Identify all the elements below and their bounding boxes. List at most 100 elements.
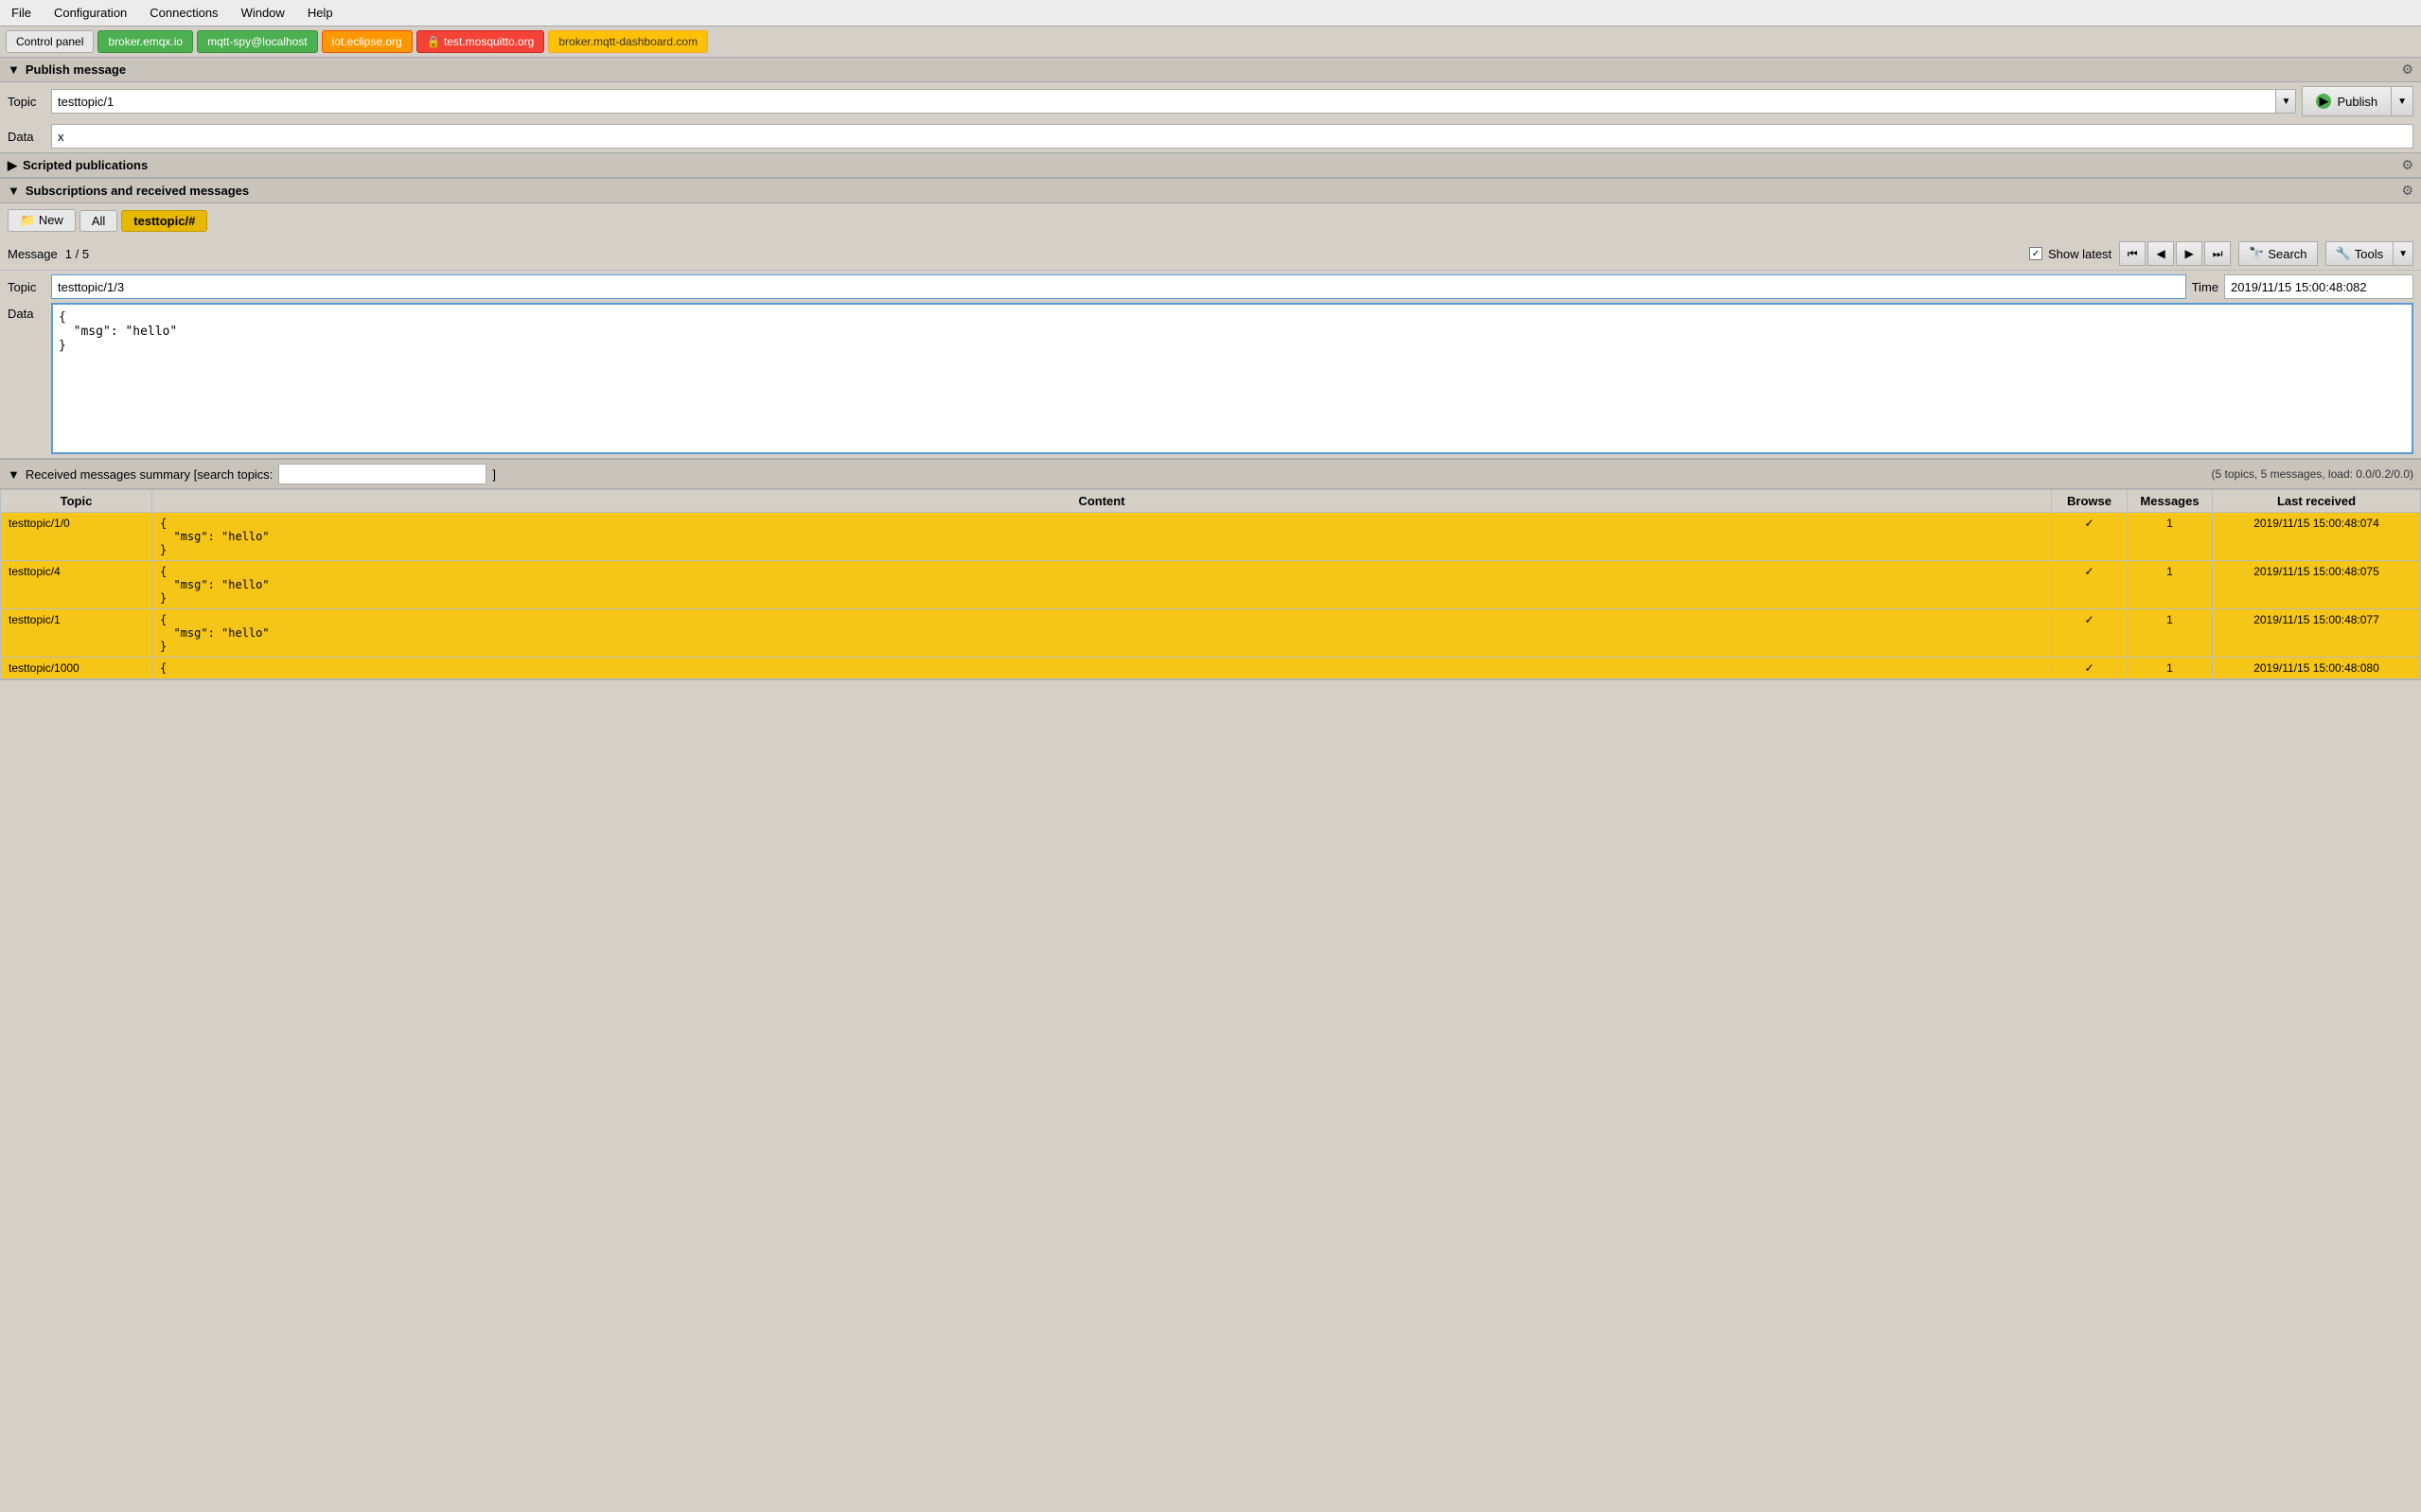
new-tab-label: New	[39, 213, 63, 227]
summary-left: ▼ Received messages summary [search topi…	[8, 464, 496, 484]
detail-topic-label: Topic	[8, 280, 45, 294]
menu-help[interactable]: Help	[304, 4, 337, 22]
publish-btn-group: ▶ Publish ▼	[2302, 86, 2413, 116]
subscriptions-section: ▼ Subscriptions and received messages ⚙ …	[0, 179, 2421, 680]
publish-data-row: Data	[0, 120, 2421, 152]
publish-topic-dropdown[interactable]: ▼	[2275, 89, 2296, 114]
detail-topic-row: Topic Time	[8, 274, 2413, 299]
tab-test-mosquitto[interactable]: 🔒 test.mosquitto.org	[416, 30, 545, 53]
nav-last-button[interactable]: ⏭	[2204, 241, 2231, 266]
nav-next-button[interactable]: ▶	[2176, 241, 2202, 266]
tools-icon: 🔧	[2336, 246, 2351, 261]
search-btn-label: Search	[2268, 247, 2306, 261]
publish-button[interactable]: ▶ Publish	[2302, 86, 2391, 116]
cell-topic: testtopic/4	[1, 561, 152, 609]
tab-control-panel[interactable]: Control panel	[6, 30, 94, 53]
cell-messages: 1	[2128, 513, 2213, 561]
col-header-messages: Messages	[2128, 490, 2213, 513]
summary-close-bracket: ]	[492, 467, 496, 482]
cell-browse[interactable]: ✓	[2052, 609, 2128, 658]
search-button[interactable]: 🔭 Search	[2238, 241, 2317, 266]
menu-configuration[interactable]: Configuration	[50, 4, 131, 22]
publish-icon: ▶	[2316, 94, 2331, 109]
cell-messages: 1	[2128, 658, 2213, 679]
menu-window[interactable]: Window	[238, 4, 289, 22]
publish-btn-arrow[interactable]: ▼	[2391, 86, 2413, 116]
summary-collapse-icon: ▼	[8, 467, 20, 482]
publish-gear-icon[interactable]: ⚙	[2401, 62, 2413, 78]
testtopic-tab[interactable]: testtopic/#	[121, 210, 207, 232]
cell-browse[interactable]: ✓	[2052, 513, 2128, 561]
menu-connections[interactable]: Connections	[146, 4, 221, 22]
subscriptions-gear-icon[interactable]: ⚙	[2401, 183, 2413, 199]
scripted-section-header[interactable]: ▶ Scripted publications ⚙	[0, 153, 2421, 178]
col-header-browse: Browse	[2052, 490, 2128, 513]
folder-icon: 📁	[20, 213, 35, 227]
tab-mqtt-spy[interactable]: mqtt-spy@localhost	[197, 30, 318, 53]
tools-button[interactable]: 🔧 Tools	[2325, 241, 2394, 266]
cell-content: { "msg": "hello" }	[152, 561, 2052, 609]
cell-last-received: 2019/11/15 15:00:48:074	[2213, 513, 2421, 561]
cell-messages: 1	[2128, 609, 2213, 658]
detail-time-label: Time	[2192, 280, 2218, 294]
cell-last-received: 2019/11/15 15:00:48:075	[2213, 561, 2421, 609]
cell-content: { "msg": "hello" }	[152, 609, 2052, 658]
col-header-last-received: Last received	[2213, 490, 2421, 513]
summary-title: Received messages summary [search topics…	[26, 467, 274, 482]
testtopic-tab-label: testtopic/#	[133, 214, 195, 228]
cell-browse[interactable]: ✓	[2052, 658, 2128, 679]
cell-topic: testtopic/1	[1, 609, 152, 658]
summary-stats: (5 topics, 5 messages, load: 0.0/0.2/0.0…	[2212, 467, 2413, 481]
tools-btn-group: 🔧 Tools ▼	[2325, 241, 2413, 266]
cell-content: { "msg": "hello" }	[152, 513, 2052, 561]
cell-browse[interactable]: ✓	[2052, 561, 2128, 609]
publish-topic-input[interactable]	[51, 89, 2275, 114]
nav-prev-button[interactable]: ◀	[2147, 241, 2174, 266]
new-subscription-tab[interactable]: 📁 New	[8, 209, 76, 232]
show-latest-checkbox[interactable]: ✓	[2029, 247, 2042, 260]
message-label: Message	[8, 247, 58, 261]
tools-dropdown-button[interactable]: ▼	[2393, 241, 2413, 266]
scripted-collapse-icon: ▶	[8, 158, 17, 173]
tab-mqtt-dashboard[interactable]: broker.mqtt-dashboard.com	[548, 30, 708, 53]
subscriptions-section-header[interactable]: ▼ Subscriptions and received messages ⚙	[0, 179, 2421, 203]
table-row[interactable]: testtopic/1/0 { "msg": "hello" } ✓ 1 201…	[1, 513, 2421, 561]
tab-broker-emqx[interactable]: broker.emqx.io	[97, 30, 193, 53]
detail-data-textarea[interactable]: { "msg": "hello" }	[51, 303, 2413, 454]
publish-topic-row: Topic ▼ ▶ Publish ▼	[0, 82, 2421, 120]
publish-data-input[interactable]	[51, 124, 2413, 149]
tab-iot-eclipse[interactable]: iot.eclipse.org	[322, 30, 413, 53]
all-messages-tab[interactable]: All	[80, 210, 117, 232]
nav-first-button[interactable]: ⏮	[2119, 241, 2146, 266]
scripted-gear-icon[interactable]: ⚙	[2401, 157, 2413, 173]
subscriptions-section-title: Subscriptions and received messages	[26, 184, 249, 198]
col-header-topic: Topic	[1, 490, 152, 513]
message-controls-row: Message 1 / 5 ✓ Show latest ⏮ ◀ ▶ ⏭ 🔭 Se…	[0, 237, 2421, 271]
cell-topic: testtopic/1000	[1, 658, 152, 679]
message-nav-group: ⏮ ◀ ▶ ⏭	[2119, 241, 2231, 266]
table-row[interactable]: testtopic/1000 { ✓ 1 2019/11/15 15:00:48…	[1, 658, 2421, 679]
detail-time-input[interactable]	[2224, 274, 2413, 299]
subscriptions-collapse-icon: ▼	[8, 184, 20, 198]
detail-topic-input[interactable]	[51, 274, 2186, 299]
summary-search-input[interactable]	[278, 464, 486, 484]
cell-topic: testtopic/1/0	[1, 513, 152, 561]
summary-table: Topic Content Browse Messages Last recei…	[0, 489, 2421, 679]
cell-messages: 1	[2128, 561, 2213, 609]
menu-file[interactable]: File	[8, 4, 35, 22]
connection-tabs: Control panel broker.emqx.io mqtt-spy@lo…	[0, 26, 2421, 58]
publish-section-header[interactable]: ▼ Publish message ⚙	[0, 58, 2421, 82]
publish-collapse-icon: ▼	[8, 62, 20, 77]
publish-topic-label: Topic	[8, 95, 45, 109]
show-latest-label: Show latest	[2048, 247, 2112, 261]
cell-content: {	[152, 658, 2052, 679]
publish-data-label: Data	[8, 130, 45, 144]
table-row[interactable]: testtopic/4 { "msg": "hello" } ✓ 1 2019/…	[1, 561, 2421, 609]
scripted-section-title: Scripted publications	[23, 158, 148, 172]
message-number: 1 / 5	[65, 247, 89, 261]
table-row[interactable]: testtopic/1 { "msg": "hello" } ✓ 1 2019/…	[1, 609, 2421, 658]
message-detail-area: Topic Time Data { "msg": "hello" }	[0, 271, 2421, 458]
publish-section: ▼ Publish message ⚙ Topic ▼ ▶ Publish ▼ …	[0, 58, 2421, 153]
binoculars-icon: 🔭	[2249, 246, 2264, 261]
publish-section-title: Publish message	[26, 62, 126, 77]
